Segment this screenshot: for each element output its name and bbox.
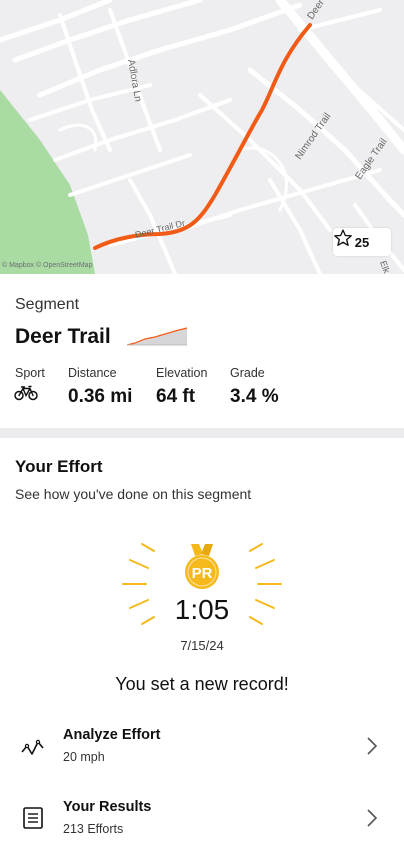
record-message: You set a new record! [115,674,289,694]
your-results-row[interactable]: Your Results 213 Efforts [0,794,404,850]
stat-grade-value: 3.4 % [230,386,279,407]
stat-elevation-value: 64 ft [156,386,196,407]
stat-sport-label: Sport [15,366,45,380]
your-results-title: Your Results [63,799,152,815]
map-attribution[interactable]: © Mapbox © OpenStreetMap [2,262,92,269]
pr-badge-text: PR [192,565,213,582]
effort-title: Your Effort [15,457,103,476]
stat-distance-value: 0.36 mi [68,386,133,407]
analyze-effort-title: Analyze Effort [63,727,161,743]
effort-subtitle: See how you've done on this segment [15,486,252,502]
elevation-profile [127,327,188,346]
star-count: 25 [354,234,370,250]
pr-date: 7/15/24 [180,638,224,653]
chevron-right-icon [367,809,378,827]
results-list-icon [23,807,43,829]
stat-elevation-label: Elevation [156,366,208,380]
star-icon [334,229,352,246]
section-divider [0,428,404,438]
chevron-right-icon [367,737,378,755]
pr-medal-icon: PR [185,544,219,589]
stat-distance-label: Distance [68,366,117,380]
analyze-effort-subtitle: 20 mph [63,750,105,764]
segment-name: Deer Trail [15,325,111,348]
analyze-icon [21,739,44,755]
stat-grade-label: Grade [230,366,265,380]
pr-time: 1:05 [174,594,230,625]
segment-label: Segment [15,296,80,313]
bike-icon [14,385,38,401]
analyze-effort-row[interactable]: Analyze Effort 20 mph [0,722,404,782]
star-segment-button[interactable]: 25 [333,228,391,256]
segment-map[interactable]: Adlora Ln Nimrod Trail Eagle Trail Deer … [0,0,404,274]
your-results-subtitle: 213 Efforts [63,822,124,836]
